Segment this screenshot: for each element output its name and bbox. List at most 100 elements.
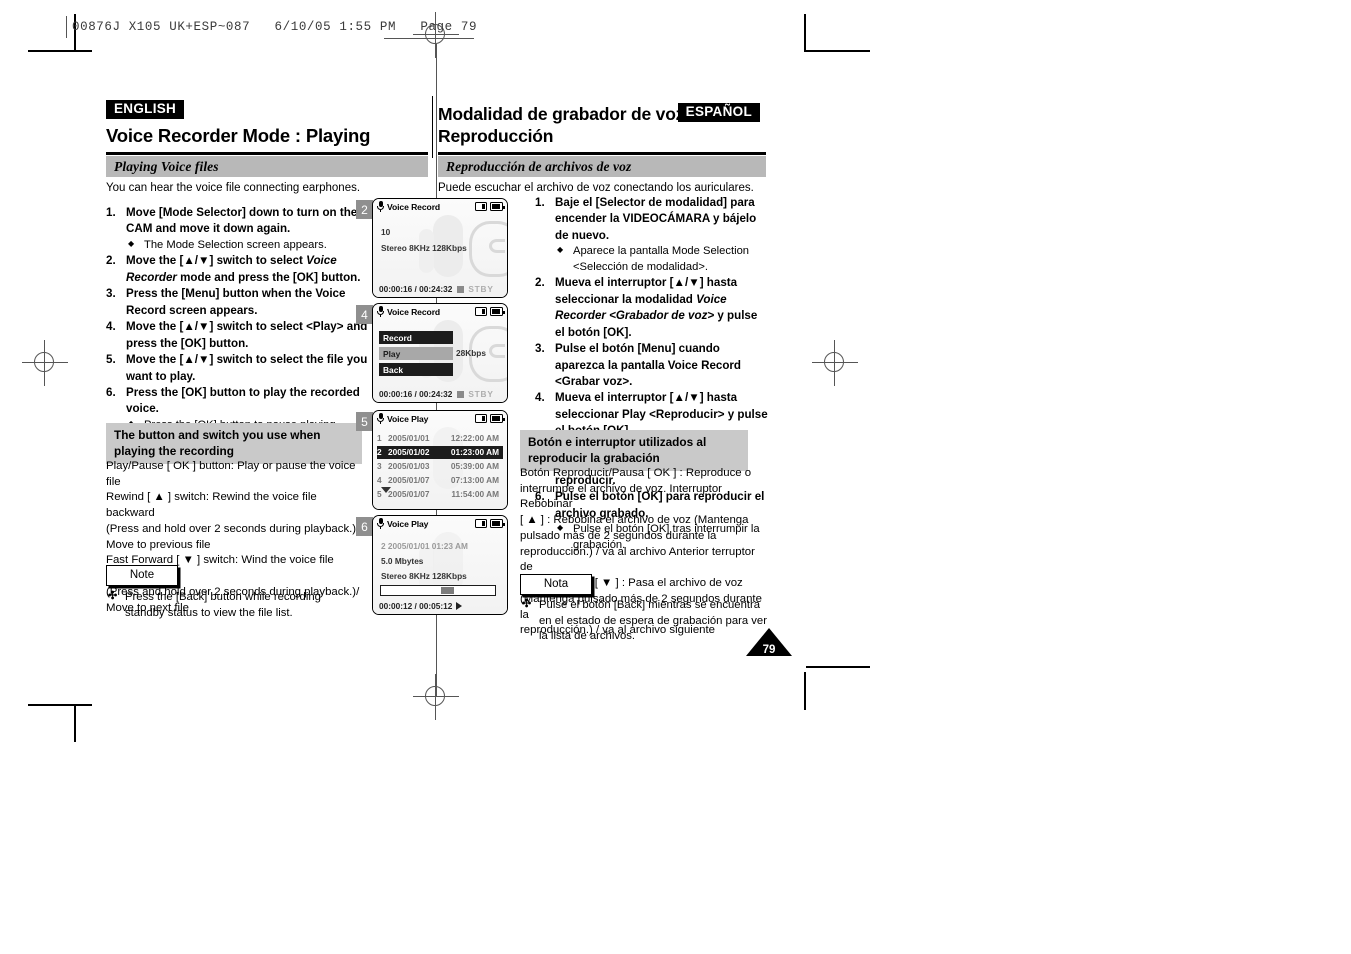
lcd-file-row-selected[interactable]: 2 2005/01/02 01:23:00 AM <box>377 446 503 459</box>
lcd-menu-item-record[interactable]: Record <box>379 331 453 344</box>
step-tab-6: 6 <box>356 517 373 536</box>
microphone-icon <box>377 413 384 424</box>
english-step-2-text-post: mode and press the [OK] button. <box>176 270 361 284</box>
playback-progress-bar[interactable] <box>380 585 496 596</box>
playback-progress-knob[interactable] <box>441 587 454 594</box>
manual-page: ENGLISH Voice Recorder Mode : Playing Pl… <box>0 0 1351 954</box>
lcd-menu-item-play[interactable]: Play <box>379 347 453 360</box>
english-step-2: 2. Move the [▲/▼] switch to select Voice… <box>106 253 380 286</box>
lcd-title: Voice Record <box>387 201 441 212</box>
lcd-file-index: 3 <box>377 461 382 472</box>
lcd-file-row[interactable]: 3 2005/01/03 05:39:00 AM <box>377 460 503 473</box>
spanish-step-3: 3. Pulse el botón [Menu] cuando aparezca… <box>535 341 769 390</box>
lcd-titlebar: Voice Record <box>373 304 507 319</box>
spanish-step-1-number: 1. <box>535 196 545 209</box>
lcd-menu-item-record-label: Record <box>383 332 412 343</box>
step-tab-5: 5 <box>356 412 373 431</box>
lcd-body: 28Kbps Record Play Back <box>373 319 507 387</box>
standby-square-icon <box>457 285 465 293</box>
memory-card-icon <box>475 519 487 528</box>
lcd-file-index: 1 <box>377 433 382 444</box>
english-button-line-2: Rewind [ ▲ ] switch: Rewind the voice fi… <box>106 491 317 520</box>
lcd-menu-item-back[interactable]: Back <box>379 363 453 376</box>
lcd-body: 1 2005/01/01 12:22:00 AM 2 2005/01/02 01… <box>373 426 507 499</box>
english-section-heading: Playing Voice files <box>106 156 428 177</box>
lcd-menu-item-play-label: Play <box>383 348 401 359</box>
lcd-file-time: 11:54:00 AM <box>451 489 499 500</box>
lcd-file-index: 2 <box>377 447 382 458</box>
english-step-2-number: 2. <box>106 254 116 268</box>
english-title-rule <box>106 152 428 155</box>
battery-icon <box>490 202 505 211</box>
lcd-status-text: STBY <box>468 389 494 399</box>
english-button-line-3: (Press and hold over 2 seconds during pl… <box>106 522 360 535</box>
english-step-3-text: Press the [Menu] button when the Voice R… <box>126 287 346 317</box>
lcd-file-time: 01:23:00 AM <box>450 447 499 458</box>
lcd-line-audio-format: Stereo 8KHz 128Kbps <box>381 243 467 253</box>
english-button-line-4: Move to previous file <box>106 538 211 551</box>
english-step-6-number: 6. <box>106 385 116 399</box>
lcd-status-text: STBY <box>468 284 494 294</box>
english-step-1-number: 1. <box>106 206 116 219</box>
lcd-title: Voice Play <box>387 413 429 424</box>
english-step-5-number: 5. <box>106 353 116 367</box>
english-column: ENGLISH Voice Recorder Mode : Playing <box>106 100 418 147</box>
lcd-status-icons <box>475 519 505 528</box>
english-step-5: 5. Move the [▲/▼] switch to select the f… <box>106 352 380 385</box>
spanish-button-line-3: [ ▲ ] : Rebobina el archivo de voz (Mant… <box>520 514 749 527</box>
memory-card-icon <box>475 414 487 423</box>
spanish-button-line-4: pulsado más de 2 segundos durante la <box>520 529 717 542</box>
english-step-3-number: 3. <box>106 287 116 301</box>
english-step-4: 4. Move the [▲/▼] switch to select <Play… <box>106 319 380 352</box>
lcd-footer: 00:00:16 / 00:24:32 STBY <box>379 389 503 399</box>
lcd-line-audio-format-masked: 28Kbps <box>456 348 486 358</box>
spanish-button-line-2: interrumpe el archivo de voz. Interrupto… <box>520 482 722 511</box>
lcd-line-file-size: 5.0 Mbytes <box>381 556 424 566</box>
lcd-title: Voice Play <box>387 518 429 529</box>
step-tab-4-label: 4 <box>361 307 368 322</box>
english-button-box-heading-label: The button and switch you use when playi… <box>114 428 321 458</box>
lcd-status-icons <box>475 307 505 316</box>
english-language-tag: ENGLISH <box>106 100 185 119</box>
step-tab-5-label: 5 <box>361 414 368 429</box>
lcd-file-row[interactable]: 4 2005/01/07 07:13:00 AM <box>377 474 503 487</box>
english-step-4-number: 4. <box>106 320 116 334</box>
lcd-file-date: 2005/01/07 <box>388 489 430 500</box>
lcd-file-index: 4 <box>377 475 382 486</box>
lcd-footer: 00:00:12 / 00:05:12 <box>379 601 503 611</box>
step-tab-2-label: 2 <box>361 202 368 217</box>
standby-square-icon <box>457 390 465 398</box>
chevron-down-icon[interactable] <box>381 487 391 493</box>
spanish-note-label-box: Nota <box>520 574 592 595</box>
lcd-timecode: 00:00:16 / 00:24:32 <box>379 389 453 399</box>
spanish-step-2-number: 2. <box>535 276 545 290</box>
lcd-titlebar: Voice Play <box>373 516 507 531</box>
spanish-title-rule <box>438 152 766 155</box>
lcd-line-file-count: 10 <box>381 227 391 237</box>
english-step-1-sub: The Mode Selection screen appears. <box>126 238 380 253</box>
column-divider <box>432 96 434 158</box>
spanish-column: Modalidad de grabador de voz Reproducció… <box>438 100 768 148</box>
lcd-file-time: 05:39:00 AM <box>450 461 499 472</box>
lcd-titlebar: Voice Record <box>373 199 507 214</box>
spanish-step-2: 2. Mueva el interruptor [▲/▼] hasta sele… <box>535 275 769 341</box>
lcd-status-icons <box>475 202 505 211</box>
lcd-file-date: 2005/01/03 <box>388 461 430 472</box>
lcd-file-time: 07:13:00 AM <box>450 475 499 486</box>
spanish-step-4-number: 4. <box>535 391 545 405</box>
spanish-button-line-1: Botón Reproducir/Pausa [ OK ] : Reproduc… <box>520 467 752 479</box>
english-steps: 1. Move [Mode Selector] down to turn on … <box>106 205 380 433</box>
lcd-file-date: 2005/01/02 <box>388 447 430 458</box>
step-tab-6-label: 6 <box>361 519 368 534</box>
battery-icon <box>490 307 505 316</box>
microphone-icon <box>377 201 384 212</box>
lcd-file-row[interactable]: 5 2005/01/07 11:54:00 AM <box>377 488 503 501</box>
lcd-menu-item-back-label: Back <box>383 364 404 375</box>
english-note-label: Note <box>129 569 155 581</box>
spanish-button-line-5: reproducción.) / va al archivo Anterior … <box>520 545 755 574</box>
lcd-file-row[interactable]: 1 2005/01/01 12:22:00 AM <box>377 432 503 445</box>
lcd-timecode: 00:00:16 / 00:24:32 <box>379 284 453 294</box>
spanish-step-1-sub: Aparece la pantalla Mode Selection <Sele… <box>555 244 769 275</box>
english-note-label-box: Note <box>106 565 178 586</box>
english-step-2-text-pre: Move the [▲/▼] switch to select <box>126 254 307 268</box>
